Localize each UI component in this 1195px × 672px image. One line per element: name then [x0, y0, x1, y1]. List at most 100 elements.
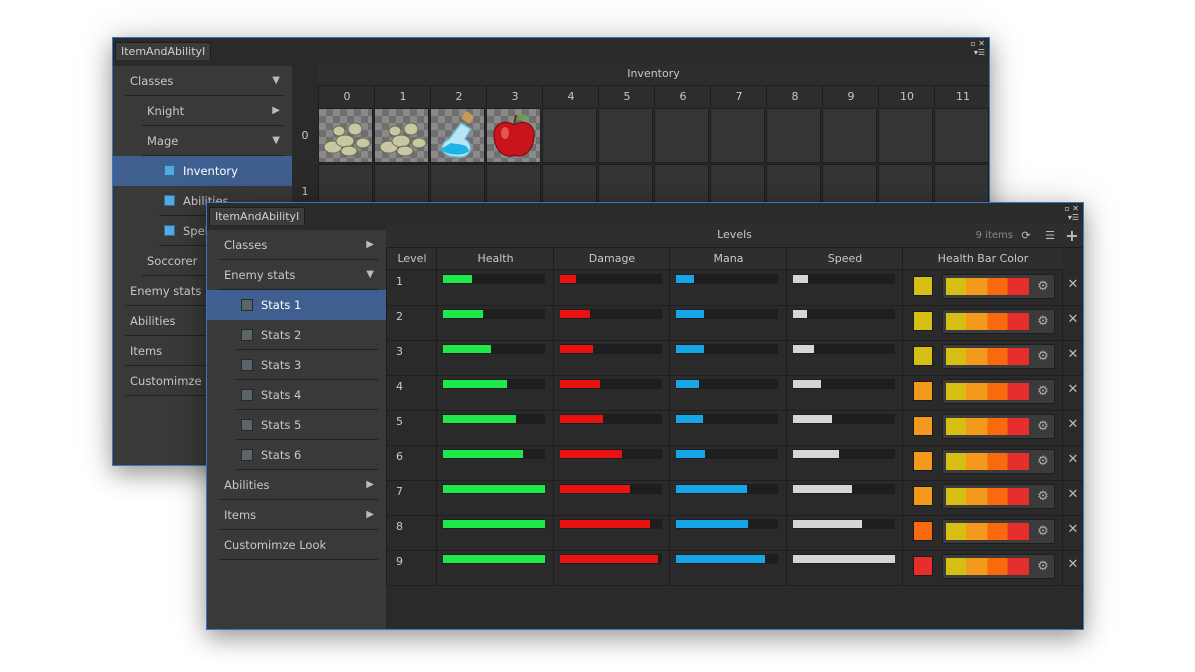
- close-icon[interactable]: ✕: [1065, 452, 1081, 467]
- health-slider[interactable]: [443, 344, 545, 354]
- speed-slider[interactable]: [793, 484, 895, 494]
- refresh-icon[interactable]: ⟳: [1017, 227, 1035, 244]
- gradient-field[interactable]: ⚙: [942, 309, 1055, 334]
- damage-slider[interactable]: [560, 449, 662, 459]
- speed-slider[interactable]: [793, 309, 895, 319]
- health-slider[interactable]: [443, 519, 545, 529]
- gear-icon[interactable]: ⚙: [1034, 277, 1052, 296]
- chevron-down-icon[interactable]: ▼: [272, 66, 280, 96]
- damage-slider[interactable]: [560, 344, 662, 354]
- speed-slider[interactable]: [793, 344, 895, 354]
- inventory-slot[interactable]: [598, 108, 653, 163]
- damage-slider[interactable]: [560, 274, 662, 284]
- list-menu-icon[interactable]: ☰: [1041, 227, 1059, 244]
- add-icon[interactable]: +: [1063, 227, 1081, 244]
- gradient-field[interactable]: ⚙: [942, 519, 1055, 544]
- color-swatch[interactable]: [913, 486, 933, 506]
- inventory-slot[interactable]: [710, 108, 765, 163]
- damage-slider[interactable]: [560, 554, 662, 564]
- back-sidebar-item-inventory[interactable]: Inventory: [113, 156, 292, 186]
- chevron-right-icon[interactable]: ▶: [272, 96, 280, 126]
- inventory-slot[interactable]: [486, 108, 541, 163]
- mana-slider[interactable]: [676, 414, 778, 424]
- damage-slider[interactable]: [560, 414, 662, 424]
- mana-slider[interactable]: [676, 309, 778, 319]
- mana-slider[interactable]: [676, 449, 778, 459]
- speed-slider[interactable]: [793, 379, 895, 389]
- damage-slider[interactable]: [560, 484, 662, 494]
- health-slider[interactable]: [443, 309, 545, 319]
- gradient-field[interactable]: ⚙: [942, 554, 1055, 579]
- inventory-slot[interactable]: [878, 108, 933, 163]
- gradient-field[interactable]: ⚙: [942, 379, 1055, 404]
- front-sidebar-item-stats-6[interactable]: Stats 6: [207, 440, 386, 470]
- close-icon[interactable]: ✕: [1065, 347, 1081, 362]
- front-sidebar-item-classes[interactable]: Classes ▶: [207, 230, 386, 260]
- front-sidebar-item-stats-3[interactable]: Stats 3: [207, 350, 386, 380]
- color-swatch[interactable]: [913, 381, 933, 401]
- gear-icon[interactable]: ⚙: [1034, 347, 1052, 366]
- front-sidebar-item-stats-4[interactable]: Stats 4: [207, 380, 386, 410]
- close-icon[interactable]: ✕: [1065, 382, 1081, 397]
- front-sidebar-item-stats-2[interactable]: Stats 2: [207, 320, 386, 350]
- inventory-slot[interactable]: [822, 108, 877, 163]
- speed-slider[interactable]: [793, 274, 895, 284]
- gear-icon[interactable]: ⚙: [1034, 417, 1052, 436]
- speed-slider[interactable]: [793, 449, 895, 459]
- health-slider[interactable]: [443, 484, 545, 494]
- mana-slider[interactable]: [676, 344, 778, 354]
- mana-slider[interactable]: [676, 554, 778, 564]
- inventory-slot[interactable]: [542, 108, 597, 163]
- gear-icon[interactable]: ⚙: [1034, 382, 1052, 401]
- color-swatch[interactable]: [913, 311, 933, 331]
- back-window-controls[interactable]: ▫ ✕ ▾☰: [970, 39, 985, 57]
- gradient-field[interactable]: ⚙: [942, 484, 1055, 509]
- front-sidebar-item-abilities[interactable]: Abilities ▶: [207, 470, 386, 500]
- inventory-slot[interactable]: [374, 108, 429, 163]
- chevron-right-icon[interactable]: ▶: [366, 470, 374, 500]
- mana-slider[interactable]: [676, 519, 778, 529]
- gradient-field[interactable]: ⚙: [942, 449, 1055, 474]
- close-icon[interactable]: ✕: [1065, 277, 1081, 292]
- color-swatch[interactable]: [913, 556, 933, 576]
- health-slider[interactable]: [443, 274, 545, 284]
- color-swatch[interactable]: [913, 451, 933, 471]
- mana-slider[interactable]: [676, 379, 778, 389]
- front-sidebar-item-stats-1[interactable]: Stats 1: [207, 290, 386, 320]
- color-swatch[interactable]: [913, 276, 933, 296]
- inventory-slot[interactable]: [318, 108, 373, 163]
- health-slider[interactable]: [443, 449, 545, 459]
- speed-slider[interactable]: [793, 414, 895, 424]
- front-sidebar-item-enemy-stats[interactable]: Enemy stats ▼: [207, 260, 386, 290]
- front-sidebar-item-items[interactable]: Items ▶: [207, 500, 386, 530]
- gear-icon[interactable]: ⚙: [1034, 487, 1052, 506]
- gradient-field[interactable]: ⚙: [942, 414, 1055, 439]
- chevron-down-icon[interactable]: ▼: [272, 126, 280, 156]
- back-sidebar-item-classes[interactable]: Classes ▼: [113, 66, 292, 96]
- front-window-controls[interactable]: ▫ ✕ ▾☰: [1064, 204, 1079, 222]
- gear-icon[interactable]: ⚙: [1034, 452, 1052, 471]
- close-icon[interactable]: ✕: [1065, 312, 1081, 327]
- gear-icon[interactable]: ⚙: [1034, 557, 1052, 576]
- speed-slider[interactable]: [793, 519, 895, 529]
- inventory-slot[interactable]: [654, 108, 709, 163]
- close-icon[interactable]: ✕: [1065, 522, 1081, 537]
- back-window-tab[interactable]: ItemAndAbilityI: [115, 42, 212, 60]
- front-window-tab[interactable]: ItemAndAbilityI: [209, 207, 306, 225]
- close-icon[interactable]: ✕: [1065, 487, 1081, 502]
- gear-icon[interactable]: ⚙: [1034, 312, 1052, 331]
- mana-slider[interactable]: [676, 274, 778, 284]
- gradient-field[interactable]: ⚙: [942, 274, 1055, 299]
- front-sidebar-item-stats-5[interactable]: Stats 5: [207, 410, 386, 440]
- speed-slider[interactable]: [793, 554, 895, 564]
- color-swatch[interactable]: [913, 521, 933, 541]
- close-icon[interactable]: ✕: [1065, 417, 1081, 432]
- back-sidebar-item-mage[interactable]: Mage ▼: [113, 126, 292, 156]
- damage-slider[interactable]: [560, 519, 662, 529]
- inventory-slot[interactable]: [430, 108, 485, 163]
- mana-slider[interactable]: [676, 484, 778, 494]
- color-swatch[interactable]: [913, 346, 933, 366]
- gradient-field[interactable]: ⚙: [942, 344, 1055, 369]
- damage-slider[interactable]: [560, 379, 662, 389]
- damage-slider[interactable]: [560, 309, 662, 319]
